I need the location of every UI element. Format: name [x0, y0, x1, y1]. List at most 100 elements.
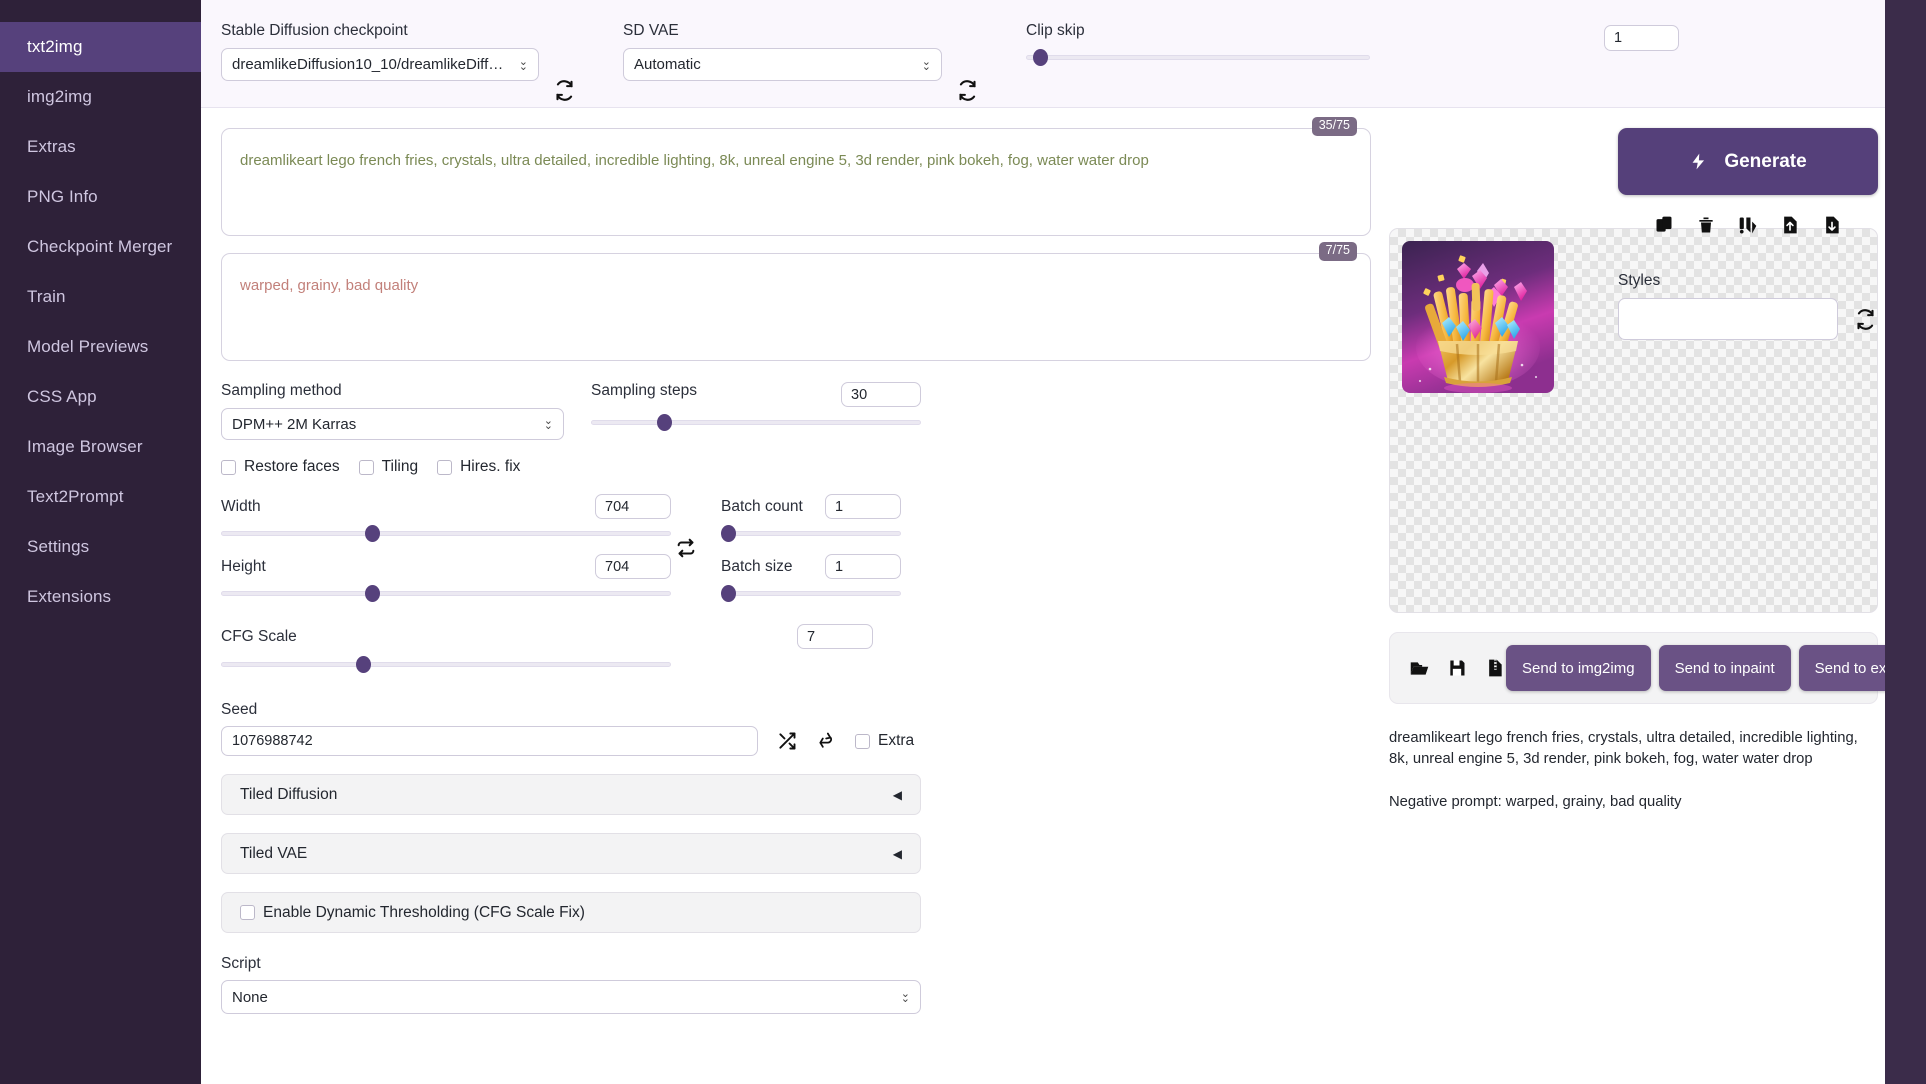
seed-row: 1076988742 Extra — [221, 726, 921, 756]
sidebar-item-css-app[interactable]: CSS App — [0, 372, 201, 422]
tiled-diffusion-accordion[interactable]: Tiled Diffusion ◀ — [221, 774, 921, 815]
slider-thumb[interactable] — [364, 584, 380, 602]
slider-thumb[interactable] — [1032, 48, 1048, 66]
batch-count-head: Batch count 1 — [721, 494, 901, 519]
script-label: Script — [221, 955, 261, 972]
hires-fix-label: Hires. fix — [460, 458, 521, 475]
clip-skip-slider[interactable] — [1026, 48, 1370, 66]
refresh-vae-button[interactable] — [954, 77, 980, 103]
swap-dimensions-button[interactable] — [673, 535, 699, 561]
styles-apply-icon[interactable] — [1737, 214, 1759, 236]
sidebar-item-label: img2img — [27, 87, 92, 106]
slider-thumb[interactable] — [721, 584, 736, 602]
sidebar-item-model-previews[interactable]: Model Previews — [0, 322, 201, 372]
width-value: 704 — [605, 498, 630, 515]
slider-track — [721, 530, 901, 536]
checkpoint-select[interactable]: dreamlikeDiffusion10_10/dreamlikeDiffusi… — [221, 48, 539, 81]
height-label: Height — [221, 557, 266, 575]
sidebar-item-train[interactable]: Train — [0, 272, 201, 322]
slider-thumb[interactable] — [721, 524, 736, 542]
slider-thumb[interactable] — [657, 413, 673, 431]
height-slider[interactable] — [221, 584, 671, 602]
batch-count-slider[interactable] — [721, 524, 901, 542]
cfg-input[interactable]: 7 — [797, 624, 873, 649]
slider-track — [1026, 54, 1370, 60]
slider-track — [591, 419, 921, 425]
restore-faces-checkbox[interactable]: Restore faces — [221, 458, 340, 476]
sidebar-item-image-browser[interactable]: Image Browser — [0, 422, 201, 472]
sidebar: txt2img img2img Extras PNG Info Checkpoi… — [0, 0, 201, 1084]
sidebar-item-png-info[interactable]: PNG Info — [0, 172, 201, 222]
content-area: 35/75 dreamlikeart lego french fries, cr… — [201, 108, 1926, 1084]
right-column: Generate Styles Send to img2img Send to … — [1371, 128, 1926, 1084]
save-zip-icon[interactable] — [1484, 657, 1506, 679]
width-slider[interactable] — [221, 524, 671, 542]
batch-size-input[interactable]: 1 — [825, 554, 901, 579]
dynamic-thresholding-checkbox[interactable]: Enable Dynamic Thresholding (CFG Scale F… — [240, 904, 585, 922]
file-upload-icon[interactable] — [1779, 214, 1801, 236]
slider-thumb[interactable] — [364, 524, 380, 542]
trash-icon[interactable] — [1695, 214, 1717, 236]
seed-input[interactable]: 1076988742 — [221, 726, 758, 756]
sampling-steps-value: 30 — [851, 386, 868, 403]
tiled-vae-accordion[interactable]: Tiled VAE ◀ — [221, 833, 921, 874]
folder-open-icon[interactable] — [1408, 657, 1430, 679]
checkpoint-value: dreamlikeDiffusion10_10/dreamlikeDiffusi… — [232, 56, 511, 73]
sidebar-item-settings[interactable]: Settings — [0, 522, 201, 572]
sidebar-item-checkpoint-merger[interactable]: Checkpoint Merger — [0, 222, 201, 272]
sidebar-item-extras[interactable]: Extras — [0, 122, 201, 172]
checkbox-box — [855, 733, 870, 749]
tiled-diffusion-label: Tiled Diffusion — [240, 785, 338, 803]
send-to-img2img-button[interactable]: Send to img2img — [1506, 645, 1651, 691]
chevron-left-icon: ◀ — [892, 787, 902, 802]
restore-faces-label: Restore faces — [244, 458, 340, 475]
checkbox-box — [437, 459, 453, 475]
width-input[interactable]: 704 — [595, 494, 671, 519]
sidebar-item-text2prompt[interactable]: Text2Prompt — [0, 472, 201, 522]
hires-fix-checkbox[interactable]: Hires. fix — [437, 458, 520, 476]
sidebar-item-extensions[interactable]: Extensions — [0, 572, 201, 622]
generate-button[interactable]: Generate — [1618, 128, 1878, 195]
sampling-steps-group: Sampling steps 30 — [591, 382, 921, 440]
tiling-checkbox[interactable]: Tiling — [358, 458, 418, 476]
batch-count-value: 1 — [835, 498, 844, 515]
generated-image[interactable] — [1402, 241, 1554, 393]
cfg-slider[interactable] — [221, 655, 671, 673]
dimensions-row: Width 704 Height 704 Batch count 1 Batch… — [221, 494, 921, 602]
sampling-method-select[interactable]: DPM++ 2M Karras ⌄ ⌄ — [221, 408, 564, 440]
send-to-inpaint-button[interactable]: Send to inpaint — [1658, 645, 1791, 691]
sidebar-item-txt2img[interactable]: txt2img — [0, 22, 201, 72]
styles-select[interactable] — [1618, 298, 1838, 340]
reuse-seed-icon[interactable] — [815, 730, 838, 753]
height-input[interactable]: 704 — [595, 554, 671, 579]
sampling-row: Sampling method DPM++ 2M Karras ⌄ ⌄ Sampl… — [221, 382, 921, 440]
script-select[interactable]: None ⌄ ⌄ — [221, 980, 921, 1014]
positive-prompt-input[interactable]: dreamlikeart lego french fries, crystals… — [221, 128, 1371, 236]
negative-prompt-input[interactable]: warped, grainy, bad quality — [221, 253, 1371, 361]
sampling-steps-slider[interactable] — [591, 413, 921, 431]
generate-label: Generate — [1724, 150, 1807, 172]
save-icon[interactable] — [1446, 657, 1468, 679]
sampling-steps-input[interactable]: 30 — [841, 382, 921, 407]
paste-icon[interactable] — [1653, 214, 1675, 236]
file-download-icon[interactable] — [1821, 214, 1843, 236]
slider-thumb[interactable] — [355, 655, 371, 673]
generation-settings: Sampling method DPM++ 2M Karras ⌄ ⌄ Sampl… — [221, 378, 921, 1014]
refresh-styles-button[interactable] — [1852, 306, 1878, 332]
extra-seed-checkbox[interactable]: Extra — [855, 732, 914, 750]
clip-skip-value-input[interactable]: 1 — [1604, 25, 1679, 51]
sidebar-item-img2img[interactable]: img2img — [0, 72, 201, 122]
batch-size-slider[interactable] — [721, 584, 901, 602]
slider-track — [721, 590, 901, 596]
width-head: Width 704 — [221, 494, 671, 519]
sidebar-item-label: Settings — [27, 537, 90, 556]
negative-token-counter: 7/75 — [1318, 242, 1357, 261]
vae-select[interactable]: Automatic ⌄ ⌄ — [623, 48, 942, 81]
refresh-checkpoint-button[interactable] — [551, 77, 577, 103]
batch-size-value: 1 — [835, 558, 844, 575]
randomize-seed-icon[interactable] — [775, 730, 798, 753]
chevron-down-icon: ⌄ ⌄ — [921, 55, 931, 73]
right-edge-decoration — [1885, 0, 1926, 1084]
batch-count-input[interactable]: 1 — [825, 494, 901, 519]
toggles-row: Restore faces Tiling Hires. fix — [221, 458, 921, 476]
